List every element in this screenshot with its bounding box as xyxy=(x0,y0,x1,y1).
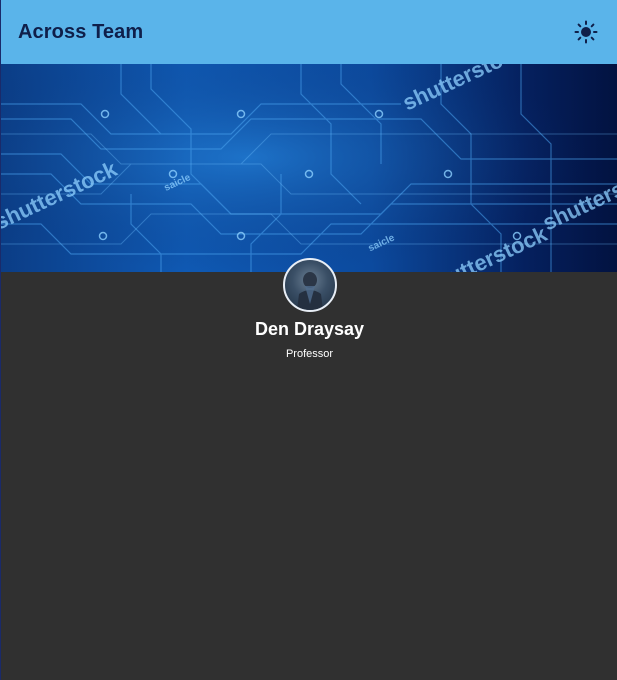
theme-toggle-button[interactable] xyxy=(574,20,598,44)
app-title: Across Team xyxy=(18,20,144,43)
profile-section: Den Draysay Professor xyxy=(1,258,617,360)
avatar[interactable] xyxy=(282,258,337,312)
cover-banner-image: shutterstock shutterstock shutterstock s… xyxy=(1,64,617,272)
app-root: Across Team shutterstock shutterstock sh… xyxy=(0,0,617,680)
app-bar: Across Team xyxy=(1,0,617,64)
profile-role: Professor xyxy=(285,348,334,360)
sun-icon xyxy=(574,20,598,44)
avatar-image xyxy=(296,272,323,310)
profile-name: Den Draysay xyxy=(254,319,365,339)
